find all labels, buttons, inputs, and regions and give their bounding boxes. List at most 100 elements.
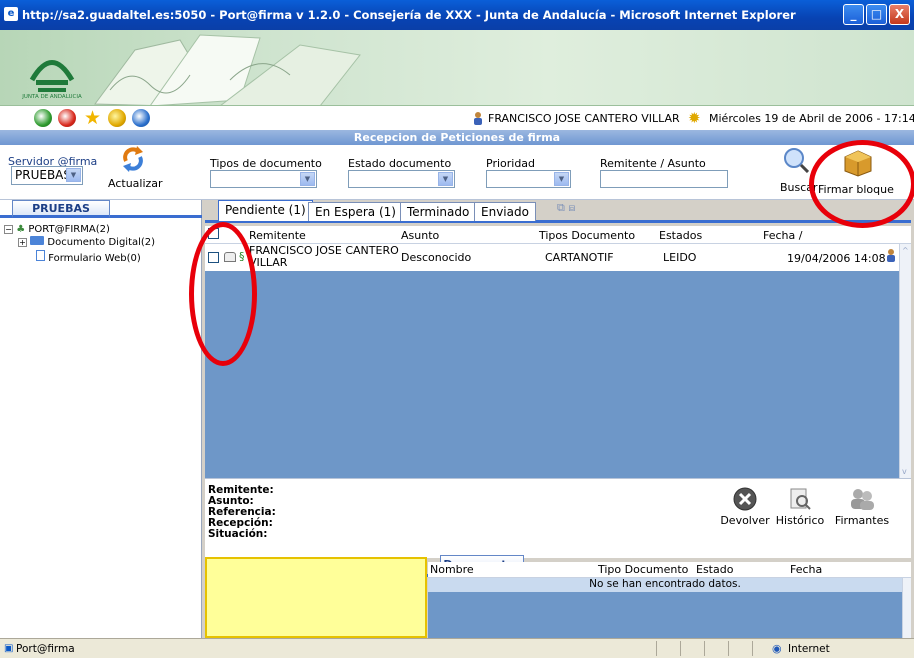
remitente-asunto-label: Remitente / Asunto	[600, 157, 706, 170]
user-name: FRANCISCO JOSE CANTERO VILLAR	[488, 112, 680, 125]
documents-scrollbar[interactable]	[902, 578, 911, 638]
documents-empty-text: No se han encontrado datos.	[428, 578, 902, 592]
help-icon[interactable]	[132, 109, 150, 127]
tree-item-formulario-web[interactable]: Formulario Web(0)	[36, 250, 141, 264]
status-segment	[752, 641, 753, 656]
maximize-button[interactable]: □	[866, 4, 887, 25]
row-remitente-line2: VILLAR	[249, 256, 288, 269]
row-asunto: Desconocido	[401, 251, 472, 264]
tab-enviado[interactable]: Enviado	[474, 202, 536, 221]
banner-decoration	[94, 34, 361, 105]
tools-icon[interactable]	[108, 109, 126, 127]
sun-icon: ✹	[688, 109, 701, 127]
doc-column-estado[interactable]: Estado	[696, 563, 733, 576]
window-title: http://sa2.guadaltel.es:5050 - Port@firm…	[22, 8, 796, 22]
refresh-icon[interactable]	[118, 145, 148, 173]
collapse-icon[interactable]: −	[4, 225, 13, 234]
favorites-star-icon[interactable]: ★	[84, 107, 101, 129]
annotation-circle-checkboxes	[189, 222, 257, 366]
expand-icon[interactable]: +	[18, 238, 27, 247]
firmantes-button[interactable]: Firmantes	[833, 487, 891, 527]
column-tipos-documento[interactable]: Tipos Documento	[539, 229, 635, 242]
back-icon[interactable]	[58, 109, 76, 127]
status-segment	[728, 641, 729, 656]
sidebar: PRUEBAS − ♣ PORT@FIRMA(2) + Documento Di…	[0, 200, 202, 638]
column-fecha[interactable]: Fecha /	[763, 229, 802, 242]
prioridad-label: Prioridad	[486, 157, 536, 170]
status-segment	[656, 641, 657, 656]
remitente-asunto-input[interactable]	[600, 170, 728, 188]
documents-header: Nombre Tipo Documento Estado Fecha	[428, 562, 911, 578]
minimize-button[interactable]: _	[843, 4, 864, 25]
actualizar-label[interactable]: Actualizar	[108, 177, 163, 190]
document-icon	[36, 250, 45, 261]
estado-select[interactable]: ▼	[348, 170, 455, 188]
toolbar: ★ FRANCISCO JOSE CANTERO VILLAR ✹ Miérco…	[0, 106, 914, 130]
grid-scrollbar[interactable]: ^ v	[899, 244, 911, 478]
prioridad-select[interactable]: ▼	[486, 170, 571, 188]
column-asunto[interactable]: Asunto	[401, 229, 439, 242]
search-icon[interactable]	[783, 147, 810, 174]
tree-root-label: PORT@FIRMA(2)	[28, 224, 110, 235]
estado-label: Estado documento	[348, 157, 452, 170]
tree-documento-digital-label: Documento Digital(2)	[47, 237, 156, 248]
doc-column-nombre[interactable]: Nombre	[430, 563, 474, 576]
row-fecha: 19/04/2006 14:08	[787, 252, 886, 265]
scroll-up-icon[interactable]: ^	[902, 246, 909, 255]
tipos-label: Tipos de documento	[210, 157, 322, 170]
table-row[interactable]: § FRANCISCO JOSE CANTERO VILLAR Desconoc…	[205, 244, 899, 271]
servidor-select[interactable]: PRUEBAS ▼	[11, 166, 83, 185]
status-segment	[680, 641, 681, 656]
chevron-down-icon: ▼	[438, 172, 453, 186]
tab-nav-icons[interactable]: ⧉ ⧈	[557, 201, 575, 215]
tree-root-icon: ♣	[16, 224, 26, 235]
user-icon	[472, 111, 484, 125]
detail-situacion-label: Situación:	[208, 528, 268, 540]
tree-formulario-web-label: Formulario Web(0)	[48, 253, 141, 264]
sidebar-tab-pruebas[interactable]: PRUEBAS	[12, 200, 110, 218]
detail-panel: Remitente: Asunto: Referencia: Recepción…	[205, 478, 911, 558]
row-user-icon	[885, 248, 897, 265]
page-title: Recepcion de Peticiones de firma	[0, 130, 914, 145]
notes-area[interactable]	[205, 557, 427, 638]
row-remitente: FRANCISCO JOSE CANTERO VILLAR	[249, 245, 399, 269]
current-date: Miércoles 19 de Abril de 2006 - 17:14:39	[709, 112, 914, 125]
ie-icon: e	[4, 7, 18, 21]
tree-item-documento-digital[interactable]: + Documento Digital(2)	[18, 236, 155, 248]
home-icon[interactable]	[34, 109, 52, 127]
doc-column-fecha[interactable]: Fecha	[790, 563, 822, 576]
firmantes-label: Firmantes	[834, 514, 890, 527]
historico-icon	[790, 488, 811, 510]
column-estados[interactable]: Estados	[659, 229, 702, 242]
logo-text: JUNTA DE ANDALUCIA	[21, 94, 82, 100]
devolver-icon	[733, 487, 757, 511]
scroll-down-icon[interactable]: v	[902, 467, 907, 476]
tab-en-espera[interactable]: En Espera (1)	[308, 202, 403, 221]
doc-column-tipo[interactable]: Tipo Documento	[598, 563, 688, 576]
page-icon: ▣	[4, 643, 14, 654]
chevron-down-icon: ▼	[300, 172, 315, 186]
documents-body	[428, 592, 902, 638]
tab-terminado[interactable]: Terminado	[400, 202, 477, 221]
status-text: Port@firma	[16, 643, 75, 655]
devolver-label: Devolver	[720, 514, 770, 527]
chevron-down-icon: ▼	[66, 168, 81, 182]
historico-button[interactable]: Histórico	[775, 487, 825, 527]
zone-text: Internet	[788, 643, 830, 655]
grid-body	[205, 271, 899, 478]
row-tipo: CARTANOTIF	[545, 251, 614, 264]
tipos-select[interactable]: ▼	[210, 170, 317, 188]
close-button[interactable]: X	[889, 4, 910, 25]
tab-pendiente[interactable]: Pendiente (1)	[218, 200, 313, 221]
devolver-button[interactable]: Devolver	[720, 487, 770, 527]
status-bar: ▣ Port@firma ◉ Internet	[0, 638, 914, 658]
historico-label: Histórico	[775, 514, 825, 527]
tree-item-root[interactable]: − ♣ PORT@FIRMA(2)	[4, 224, 110, 235]
window-titlebar: e http://sa2.guadaltel.es:5050 - Port@fi…	[0, 0, 914, 30]
chevron-down-icon: ▼	[554, 172, 569, 186]
banner: JUNTA DE ANDALUCIA	[0, 30, 914, 106]
column-remitente[interactable]: Remitente	[249, 229, 306, 242]
filter-panel: Servidor @firma PRUEBAS ▼ Actualizar Tip…	[0, 145, 914, 200]
row-estado: LEIDO	[663, 251, 697, 264]
globe-icon: ◉	[772, 642, 782, 655]
